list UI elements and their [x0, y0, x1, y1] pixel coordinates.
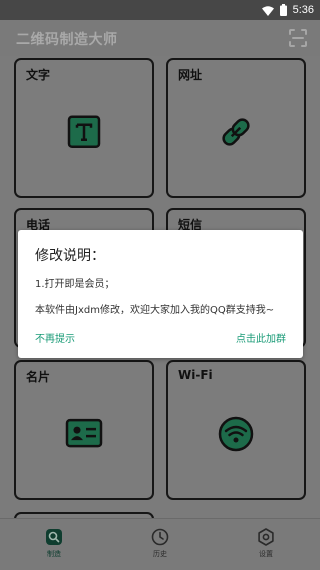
card-text[interactable]: 文字: [14, 58, 154, 198]
dialog-title: 修改说明：: [35, 248, 105, 264]
dialog-line-2: 本软件由Jxdm修改，欢迎大家加入我的QQ群支持我~: [35, 305, 275, 316]
contact-card-icon: [65, 418, 103, 452]
status-time: 5:36: [292, 4, 314, 16]
nav-item-history[interactable]: 历史: [130, 528, 190, 559]
nav-label: 历史: [153, 550, 167, 558]
text-icon: [67, 115, 101, 153]
nav-item-create[interactable]: 制造: [24, 528, 84, 559]
nav-label: 制造: [47, 550, 61, 558]
card-label: 网址: [178, 68, 203, 82]
qr-search-icon: [46, 529, 62, 545]
scan-icon: [289, 29, 307, 47]
card-contact[interactable]: 名片: [14, 360, 154, 500]
status-bar: 5:36: [0, 0, 320, 20]
dismiss-button[interactable]: 不再提示: [35, 330, 75, 345]
wifi-icon: [218, 416, 254, 456]
modify-notice-dialog: 修改说明： 1.打开即是会员； 本软件由Jxdm修改，欢迎大家加入我的QQ群支持…: [18, 230, 303, 358]
nav-item-settings[interactable]: 设置: [236, 528, 296, 559]
app-bar: 二维码制造大师: [0, 20, 320, 56]
dialog-line-1: 1.打开即是会员；: [35, 279, 115, 290]
card-wifi[interactable]: Wi-Fi: [166, 360, 306, 500]
nav-label: 设置: [259, 550, 273, 558]
join-group-button[interactable]: 点击此加群: [236, 330, 286, 345]
scan-button[interactable]: [286, 26, 310, 50]
card-url[interactable]: 网址: [166, 58, 306, 198]
bottom-nav: 制造 历史 设置: [0, 518, 320, 570]
link-icon: [218, 114, 254, 154]
card-label: 文字: [26, 68, 51, 82]
wifi-icon: [261, 1, 274, 20]
settings-icon: [258, 528, 274, 546]
app-title: 二维码制造大师: [16, 32, 118, 48]
card-label: Wi-Fi: [178, 368, 213, 382]
status-right: 5:36: [261, 1, 314, 20]
card-label: 名片: [26, 370, 51, 384]
battery-icon: [279, 1, 287, 20]
clock-icon: [151, 528, 169, 546]
